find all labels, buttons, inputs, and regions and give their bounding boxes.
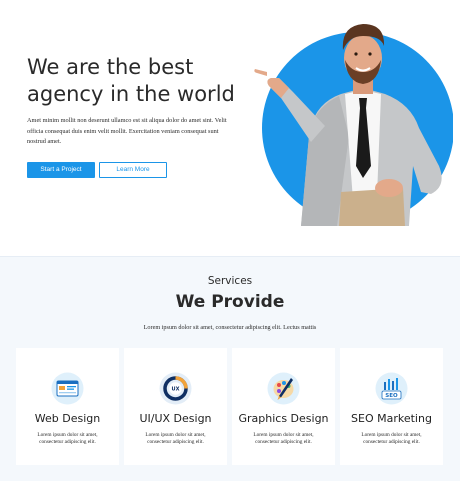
service-card-text: Lorem ipsum dolor sit amet, consectetur … [145,432,206,445]
service-card-title: UI/UX Design [139,412,212,425]
hero-title: We are the best agency in the world [27,55,235,106]
ui-ux-design-icon: UX [159,372,192,405]
service-card-title: SEO Marketing [351,412,432,425]
seo-marketing-icon: SEO [375,372,408,405]
service-card-text: Lorem ipsum dolor sit amet, consectetur … [253,432,314,445]
service-card-text: Lorem ipsum dolor sit amet, consectetur … [37,432,98,445]
service-card-ui-ux-design[interactable]: UX UI/UX Design Lorem ipsum dolor sit am… [124,348,227,465]
web-design-icon [51,372,84,405]
hero-section: We are the best agency in the world Amet… [0,0,460,256]
svg-text:UX: UX [172,386,180,392]
service-card-graphics-design[interactable]: Graphics Design Lorem ipsum dolor sit am… [232,348,335,465]
services-eyebrow: Services [207,275,253,287]
hero-person-image [254,24,453,226]
service-card-title: Web Design [34,412,101,425]
services-title: We Provide [175,292,285,312]
service-card-web-design[interactable]: Web Design Lorem ipsum dolor sit amet, c… [16,348,119,465]
services-section: Services We Provide Lorem ipsum dolor si… [0,256,460,481]
service-card-title: Graphics Design [238,412,329,425]
service-card-seo-marketing[interactable]: SEO SEO Marketing Lorem ipsum dolor sit … [340,348,443,465]
graphics-design-icon [267,372,300,405]
hero-description: Amet minim mollit non deserunt ullamco e… [27,117,227,145]
start-project-button[interactable]: Start a Project [27,162,95,178]
service-card-text: Lorem ipsum dolor sit amet, consectetur … [361,432,422,445]
svg-text:SEO: SEO [385,393,398,399]
services-subtitle: Lorem ipsum dolor sit amet, consectetur … [143,324,317,331]
learn-more-button[interactable]: Learn More [99,162,167,178]
